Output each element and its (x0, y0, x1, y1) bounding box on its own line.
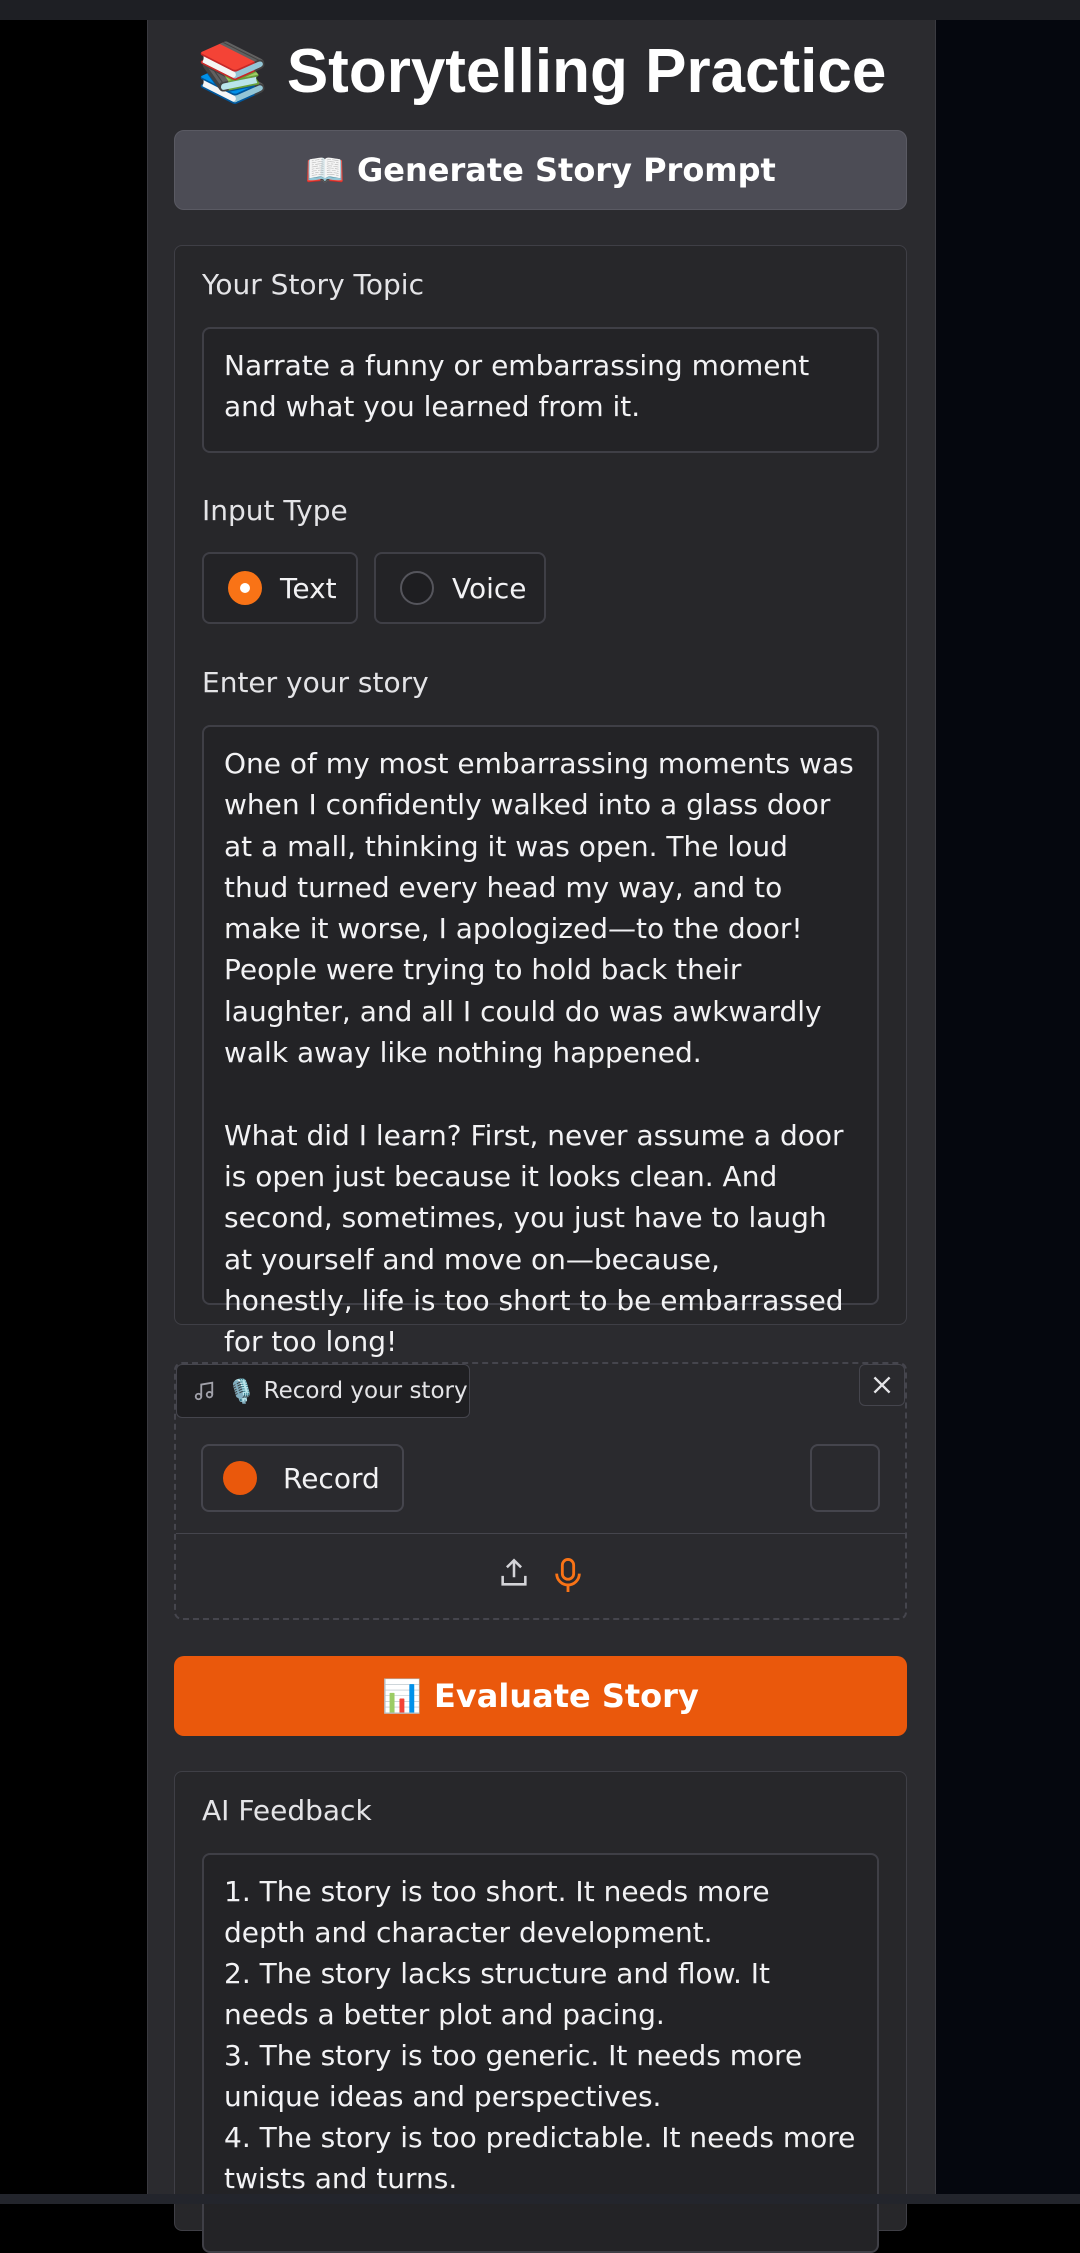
microphone-emoji-icon: 🎙️ (227, 1378, 256, 1405)
generate-story-prompt-button[interactable]: 📖 Generate Story Prompt (174, 130, 907, 210)
radio-option-voice-label: Voice (452, 571, 527, 605)
record-button-label: Record (283, 1461, 380, 1495)
open-book-icon: 📖 (305, 151, 345, 189)
audio-device-select[interactable] (810, 1444, 880, 1512)
bar-chart-icon: 📊 (382, 1677, 423, 1715)
radio-option-text[interactable]: Text (202, 552, 358, 624)
input-type-label: Input Type (202, 494, 348, 527)
page-title-text: Storytelling Practice (286, 37, 887, 106)
radio-unselected-icon (400, 571, 434, 605)
close-icon (869, 1372, 895, 1398)
generate-story-prompt-label: Generate Story Prompt (357, 151, 776, 189)
app-container: 📚 Storytelling Practice 📖 Generate Story … (147, 20, 936, 2253)
page-background-right (936, 20, 1080, 2204)
audio-recorder: 🎙️ Record your story Record (174, 1362, 907, 1620)
close-button[interactable] (859, 1364, 905, 1406)
microphone-icon[interactable] (551, 1556, 585, 1594)
evaluate-story-label: Evaluate Story (434, 1677, 699, 1715)
books-emoji-icon: 📚 (196, 40, 269, 105)
radio-selected-icon (228, 571, 262, 605)
browser-top-bar (0, 0, 1080, 20)
page-title: 📚 Storytelling Practice (148, 32, 935, 113)
story-textarea[interactable]: One of my most embarrassing moments was … (202, 725, 879, 1358)
ai-feedback-textarea[interactable]: 1. The story is too short. It needs more… (202, 1853, 879, 2253)
record-button[interactable]: Record (201, 1444, 404, 1512)
audio-source-selector (176, 1556, 905, 1594)
story-topic-field[interactable]: Narrate a funny or embarrassing moment a… (202, 327, 879, 453)
ai-feedback-group: AI Feedback 1. The story is too short. I… (174, 1771, 907, 2253)
radio-option-text-label: Text (280, 571, 337, 605)
bottom-bar (0, 2194, 1080, 2204)
evaluate-story-button[interactable]: 📊 Evaluate Story (174, 1656, 907, 1736)
story-text-label: Enter your story (202, 666, 429, 699)
radio-option-voice[interactable]: Voice (374, 552, 546, 624)
divider (176, 1533, 905, 1534)
audio-recorder-label: 🎙️ Record your story (176, 1364, 470, 1418)
ai-feedback-label: AI Feedback (202, 1794, 372, 1827)
upload-icon[interactable] (497, 1556, 531, 1594)
record-dot-icon (223, 1461, 257, 1495)
audio-recorder-label-text: Record your story (263, 1378, 468, 1404)
story-input-group: Your Story Topic Narrate a funny or emba… (174, 245, 907, 1358)
music-note-icon (193, 1380, 215, 1402)
story-topic-label: Your Story Topic (202, 268, 424, 301)
